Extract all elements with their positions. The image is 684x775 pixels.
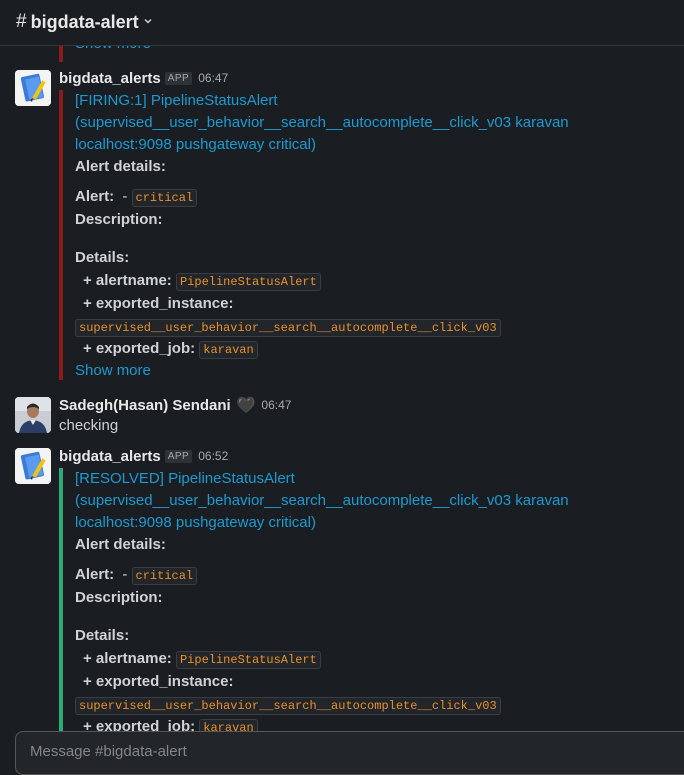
description-label: Description: [75, 589, 163, 606]
alert-title-link-cont2[interactable]: localhost:9098 pushgateway critical) [75, 134, 316, 156]
alert-dash: - [122, 566, 128, 583]
details-label: Details: [75, 249, 130, 266]
message-list: Show more bigdata_alerts APP 06:47 [FIRI… [0, 0, 684, 733]
show-more-link[interactable]: Show more [75, 360, 151, 382]
timestamp[interactable]: 06:52 [198, 449, 228, 463]
alert-label: Alert: [75, 188, 115, 205]
hash-icon: # [16, 11, 27, 32]
alert-title-link-cont[interactable]: (supervised__user_behavior__search__auto… [75, 112, 569, 134]
alertname-label: + alertname: [83, 272, 172, 289]
timestamp[interactable]: 06:47 [198, 71, 228, 85]
instance-value: supervised__user_behavior__search__autoc… [75, 697, 501, 715]
notebook-icon [15, 70, 51, 106]
bot-avatar[interactable] [15, 70, 51, 106]
attachment-color-bar [59, 90, 63, 380]
alert-severity-row: Alert: - critical [75, 186, 198, 209]
message-input[interactable] [28, 742, 632, 761]
alertname-value: PipelineStatusAlert [175, 651, 321, 669]
description-label: Description: [75, 211, 163, 228]
instance-value: supervised__user_behavior__search__autoc… [75, 319, 501, 337]
timestamp[interactable]: 06:47 [261, 398, 291, 412]
attachment-color-bar [59, 468, 63, 733]
message-header: Sadegh(Hasan) Sendani 🖤 06:47 [59, 395, 291, 415]
message-composer [15, 731, 684, 775]
alert-severity: critical [131, 567, 198, 585]
alertname-value: PipelineStatusAlert [175, 273, 321, 291]
job-row: + exported_job: karavan [83, 338, 258, 361]
sender-name[interactable]: bigdata_alerts [59, 70, 161, 87]
instance-row: supervised__user_behavior__search__autoc… [75, 694, 501, 717]
alert-attachment: [RESOLVED] PipelineStatusAlert (supervis… [59, 468, 679, 733]
user-photo-icon [15, 397, 51, 433]
bot-avatar[interactable] [15, 448, 51, 484]
alertname-row: + alertname: PipelineStatusAlert [83, 270, 321, 293]
alert-title-link[interactable]: [FIRING:1] PipelineStatusAlert [75, 90, 278, 112]
alertname-row: + alertname: PipelineStatusAlert [83, 648, 321, 671]
channel-name-button[interactable]: # bigdata-alert [16, 11, 153, 33]
message-user: Sadegh(Hasan) Sendani 🖤 06:47 checking [0, 397, 684, 437]
alert-title-link-cont2[interactable]: localhost:9098 pushgateway critical) [75, 512, 316, 534]
sender-name[interactable]: bigdata_alerts [59, 448, 161, 465]
channel-name: bigdata-alert [30, 11, 139, 32]
alert-label: Alert: [75, 566, 115, 583]
message-firing: bigdata_alerts APP 06:47 [FIRING:1] Pipe… [0, 70, 684, 380]
alert-details-label: Alert details: [75, 536, 166, 553]
job-label: + exported_job: [83, 340, 196, 357]
black-heart-status-icon: 🖤 [236, 397, 256, 414]
instance-label: + exported_instance: [83, 673, 234, 690]
alert-severity-row: Alert: - critical [75, 564, 198, 587]
instance-label: + exported_instance: [83, 295, 234, 312]
alert-title-link[interactable]: [RESOLVED] PipelineStatusAlert [75, 468, 295, 490]
details-label: Details: [75, 627, 130, 644]
alert-attachment: [FIRING:1] PipelineStatusAlert (supervis… [59, 90, 679, 380]
app-badge: APP [164, 449, 193, 463]
alert-title-link-cont[interactable]: (supervised__user_behavior__search__auto… [75, 490, 569, 512]
notebook-icon [15, 448, 51, 484]
alert-dash: - [122, 188, 128, 205]
alert-severity: critical [131, 189, 198, 207]
sender-name[interactable]: Sadegh(Hasan) Sendani [59, 397, 231, 414]
chevron-down-icon [143, 16, 153, 29]
channel-header: # bigdata-alert [0, 0, 684, 46]
instance-row: supervised__user_behavior__search__autoc… [75, 316, 501, 339]
message-text: checking [59, 417, 119, 434]
app-badge: APP [164, 71, 193, 85]
job-value: karavan [199, 341, 258, 359]
alertname-label: + alertname: [83, 650, 172, 667]
message-header: bigdata_alerts APP 06:47 [59, 68, 228, 88]
message-header: bigdata_alerts APP 06:52 [59, 446, 228, 466]
message-resolved: bigdata_alerts APP 06:52 [RESOLVED] Pipe… [0, 448, 684, 733]
alert-details-label: Alert details: [75, 158, 166, 175]
user-avatar[interactable] [15, 397, 51, 433]
